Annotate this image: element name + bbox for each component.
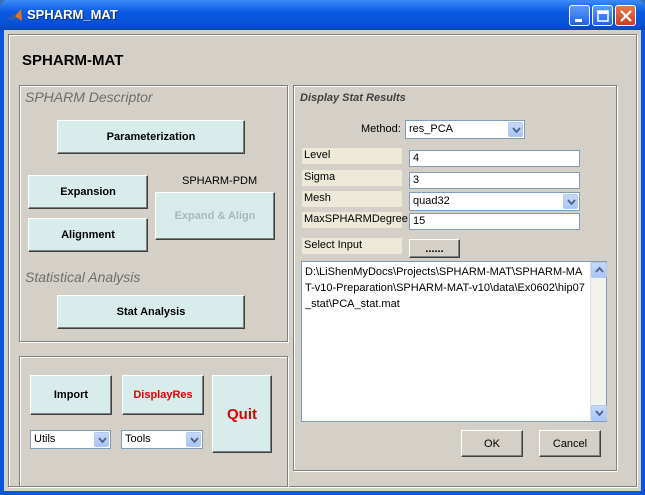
maxdeg-label: MaxSPHARMDegree (302, 212, 408, 228)
close-button[interactable] (615, 5, 636, 26)
maximize-icon (597, 10, 609, 22)
parameterization-button[interactable]: Parameterization (57, 120, 245, 154)
maxdeg-field[interactable]: 15 (409, 213, 580, 230)
mesh-value: quad32 (413, 195, 450, 207)
method-label: Method: (361, 123, 401, 135)
minimize-icon (575, 19, 582, 22)
stat-analysis-heading: Statistical Analysis (25, 269, 141, 285)
input-path-text: D:\LiShenMyDocs\Projects\SPHARM-MAT\SPHA… (305, 266, 585, 310)
close-icon (620, 10, 632, 22)
alignment-button[interactable]: Alignment (28, 218, 148, 252)
ok-button[interactable]: OK (461, 430, 523, 457)
page-title: SPHARM-MAT (22, 52, 124, 69)
stat-analysis-button[interactable]: Stat Analysis (57, 295, 245, 329)
tools-dropdown[interactable]: Tools (121, 430, 203, 449)
expansion-button[interactable]: Expansion (28, 175, 148, 209)
utils-value: Utils (34, 433, 56, 445)
chevron-up-icon (595, 267, 604, 273)
chevron-down-icon[interactable] (563, 194, 578, 209)
window-title: SPHARM_MAT (27, 7, 118, 22)
chevron-down-icon[interactable] (508, 122, 523, 137)
client-area: SPHARM-MAT SPHARM Descriptor Parameteriz… (4, 30, 641, 491)
level-field[interactable]: 4 (409, 150, 580, 167)
tools-value: Tools (125, 433, 151, 445)
utils-dropdown[interactable]: Utils (30, 430, 111, 449)
mesh-label: Mesh (302, 191, 402, 207)
import-button[interactable]: Import (30, 375, 112, 415)
chevron-down-icon (595, 410, 604, 416)
maximize-button[interactable] (592, 5, 613, 26)
chevron-down-icon[interactable] (186, 432, 201, 447)
level-label: Level (302, 148, 402, 164)
display-heading: Display Stat Results (300, 92, 406, 104)
input-path-area[interactable]: D:\LiShenMyDocs\Projects\SPHARM-MAT\SPHA… (301, 261, 607, 422)
method-dropdown[interactable]: res_PCA (405, 120, 525, 139)
title-bar[interactable]: SPHARM_MAT (0, 0, 645, 30)
cancel-button[interactable]: Cancel (539, 430, 601, 457)
quit-button[interactable]: Quit (212, 375, 272, 453)
method-value: res_PCA (409, 123, 454, 135)
matlab-icon (8, 9, 22, 21)
scroll-up-button[interactable] (591, 262, 607, 278)
vertical-scrollbar[interactable] (590, 262, 607, 421)
chevron-down-icon[interactable] (94, 432, 109, 447)
minimize-button[interactable] (569, 5, 590, 26)
displayres-button[interactable]: DisplayRes (122, 375, 204, 415)
browse-button[interactable]: ...... (409, 239, 460, 258)
sigma-label: Sigma (302, 170, 402, 186)
select-input-label: Select Input (302, 238, 402, 254)
expand-align-button[interactable]: Expand & Align (155, 192, 275, 240)
mesh-dropdown[interactable]: quad32 (409, 192, 580, 211)
descriptor-heading: SPHARM Descriptor (25, 89, 153, 105)
scroll-down-button[interactable] (591, 405, 607, 421)
spharm-pdm-label: SPHARM-PDM (182, 175, 258, 187)
sigma-field[interactable]: 3 (409, 172, 580, 189)
app-window: SPHARM_MAT SPHARM-MAT SPHARM Descriptor … (0, 0, 645, 495)
